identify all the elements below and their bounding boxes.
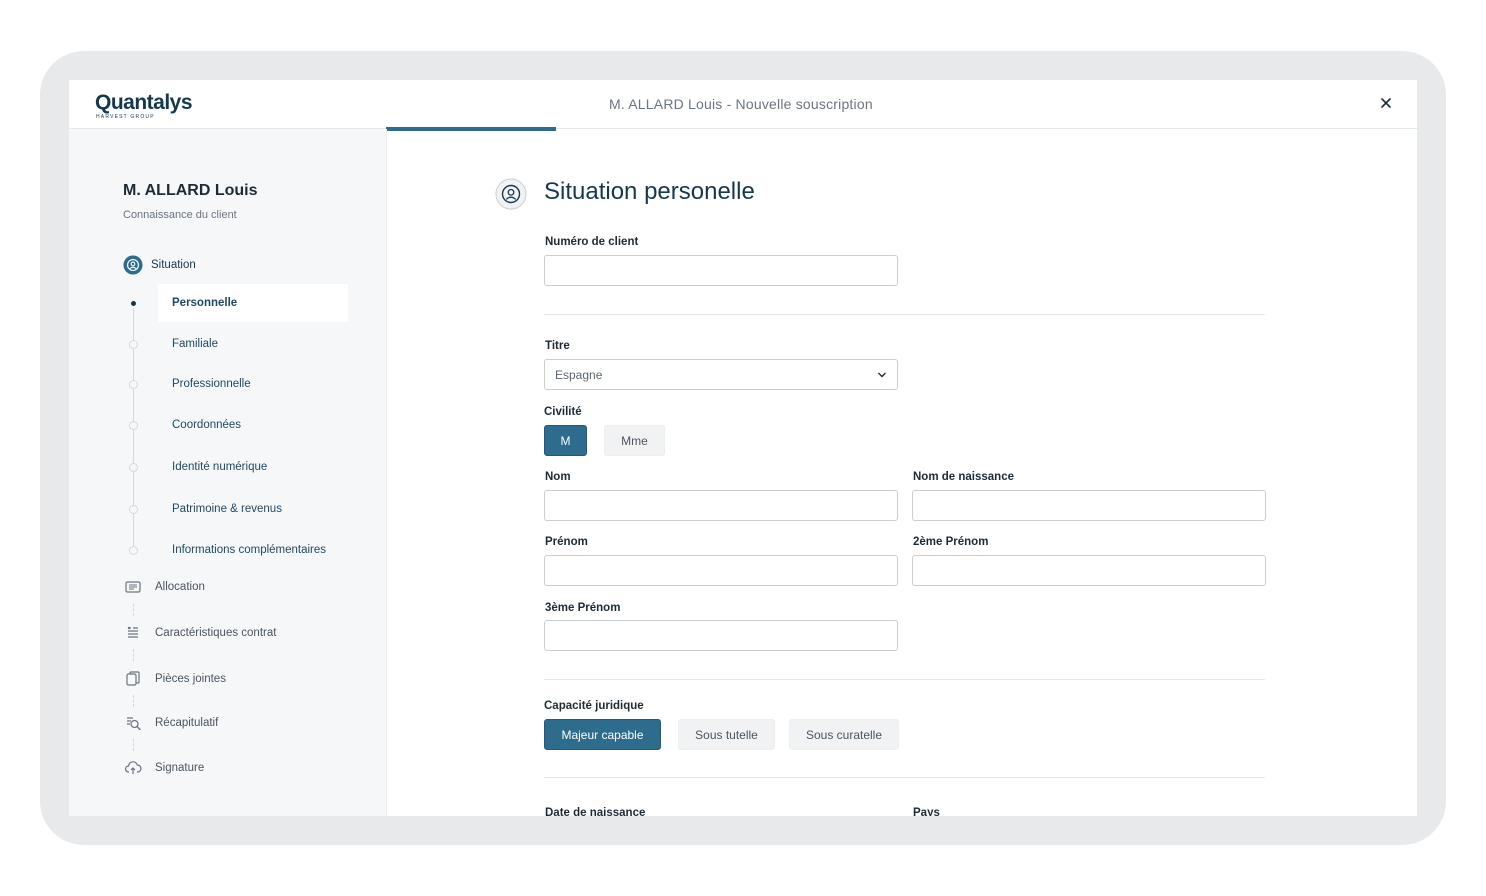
prenom3-input[interactable]	[544, 620, 898, 651]
prenom3-label: 3ème Prénom	[545, 602, 621, 614]
capacite-majeur-capable-button[interactable]: Majeur capable	[544, 719, 661, 750]
prenom2-input[interactable]	[912, 555, 1266, 586]
nom-label: Nom	[545, 471, 571, 483]
logo-subtext: HARVEST GROUP	[96, 114, 155, 120]
pays-label: Pays	[913, 807, 940, 816]
civilite-label: Civilité	[544, 406, 582, 418]
client-subtitle: Connaissance du client	[123, 209, 237, 221]
step-caracteristiques-contrat[interactable]: Caractéristiques contrat	[123, 623, 276, 643]
prenom-label: Prénom	[545, 536, 588, 548]
numero-client-input[interactable]	[544, 255, 898, 286]
step-label: Allocation	[155, 581, 205, 593]
step-situation[interactable]: Situation	[123, 255, 196, 275]
user-circle-icon	[123, 255, 143, 275]
window-title: M. ALLARD Louis - Nouvelle souscription	[609, 96, 873, 112]
sidebar-item-familiale[interactable]: Familiale	[158, 325, 348, 363]
cloud-upload-icon	[123, 758, 143, 778]
section-title: Situation personelle	[544, 178, 755, 205]
main-form: Situation personelle Numéro de client Ti…	[387, 129, 1417, 816]
step-connector	[133, 695, 134, 707]
step-label: Récapitulatif	[155, 717, 219, 729]
divider	[544, 679, 1265, 680]
step-connector	[133, 739, 134, 751]
client-name: M. ALLARD Louis	[123, 182, 258, 199]
contract-list-icon	[123, 623, 143, 643]
step-pieces-jointes[interactable]: Pièces jointes	[123, 669, 226, 689]
capacite-sous-tutelle-button[interactable]: Sous tutelle	[678, 719, 775, 750]
sidebar: M. ALLARD Louis Connaissance du client S…	[69, 129, 387, 816]
sidebar-item-professionnelle[interactable]: Professionnelle	[158, 365, 348, 403]
sidebar-item-informations-complementaires[interactable]: Informations complémentaires	[158, 531, 348, 569]
nom-input[interactable]	[544, 490, 898, 521]
date-naissance-label: Date de naissance	[545, 807, 646, 816]
step-label: Situation	[151, 259, 196, 271]
sidebar-item-patrimoine-revenus[interactable]: Patrimoine & revenus	[158, 490, 348, 528]
user-circle-icon	[495, 178, 527, 215]
close-icon	[1381, 98, 1391, 108]
step-label: Caractéristiques contrat	[155, 627, 277, 639]
prenom-input[interactable]	[544, 555, 898, 586]
step-connector	[133, 604, 134, 616]
titre-label: Titre	[545, 340, 570, 352]
sidebar-item-personnelle[interactable]: Personnelle	[158, 284, 348, 322]
step-connector	[133, 649, 134, 661]
titre-select[interactable]: Espagne	[544, 359, 898, 390]
capacite-sous-curatelle-button[interactable]: Sous curatelle	[789, 719, 899, 750]
step-label: Signature	[155, 762, 205, 774]
civilite-m-button[interactable]: M	[544, 425, 587, 456]
divider	[544, 314, 1265, 315]
chevron-down-icon	[878, 372, 886, 378]
app-window: Quantalys HARVEST GROUP M. ALLARD Louis …	[69, 80, 1417, 816]
tree-dot	[129, 421, 138, 430]
sidebar-item-coordonnees[interactable]: Coordonnées	[158, 406, 348, 444]
titre-select-value: Espagne	[555, 367, 603, 382]
nom-naissance-input[interactable]	[912, 490, 1266, 521]
tree-dot-active	[129, 299, 138, 308]
summary-search-icon	[123, 713, 143, 733]
tree-dot	[129, 340, 138, 349]
tree-dot	[129, 463, 138, 472]
step-signature[interactable]: Signature	[123, 758, 204, 778]
capacite-label: Capacité juridique	[544, 700, 644, 712]
tree-dot	[129, 380, 138, 389]
attachments-icon	[123, 669, 143, 689]
numero-client-label: Numéro de client	[545, 236, 639, 248]
prenom2-label: 2ème Prénom	[913, 536, 989, 548]
logo-text: Quantalys	[95, 91, 193, 114]
step-label: Pièces jointes	[155, 673, 226, 685]
step-allocation[interactable]: Allocation	[123, 577, 205, 597]
tree-dot	[129, 505, 138, 514]
nom-naissance-label: Nom de naissance	[913, 471, 1014, 483]
tree-dot	[129, 546, 138, 555]
divider	[544, 777, 1265, 778]
sidebar-item-identite-numerique[interactable]: Identité numérique	[158, 448, 348, 486]
quantalys-logo: Quantalys HARVEST GROUP	[95, 91, 193, 121]
close-button[interactable]	[1377, 94, 1395, 112]
allocation-icon	[123, 577, 143, 597]
civilite-mme-button[interactable]: Mme	[604, 425, 665, 456]
step-recapitulatif[interactable]: Récapitulatif	[123, 713, 218, 733]
top-bar: Quantalys HARVEST GROUP M. ALLARD Louis …	[69, 80, 1417, 129]
